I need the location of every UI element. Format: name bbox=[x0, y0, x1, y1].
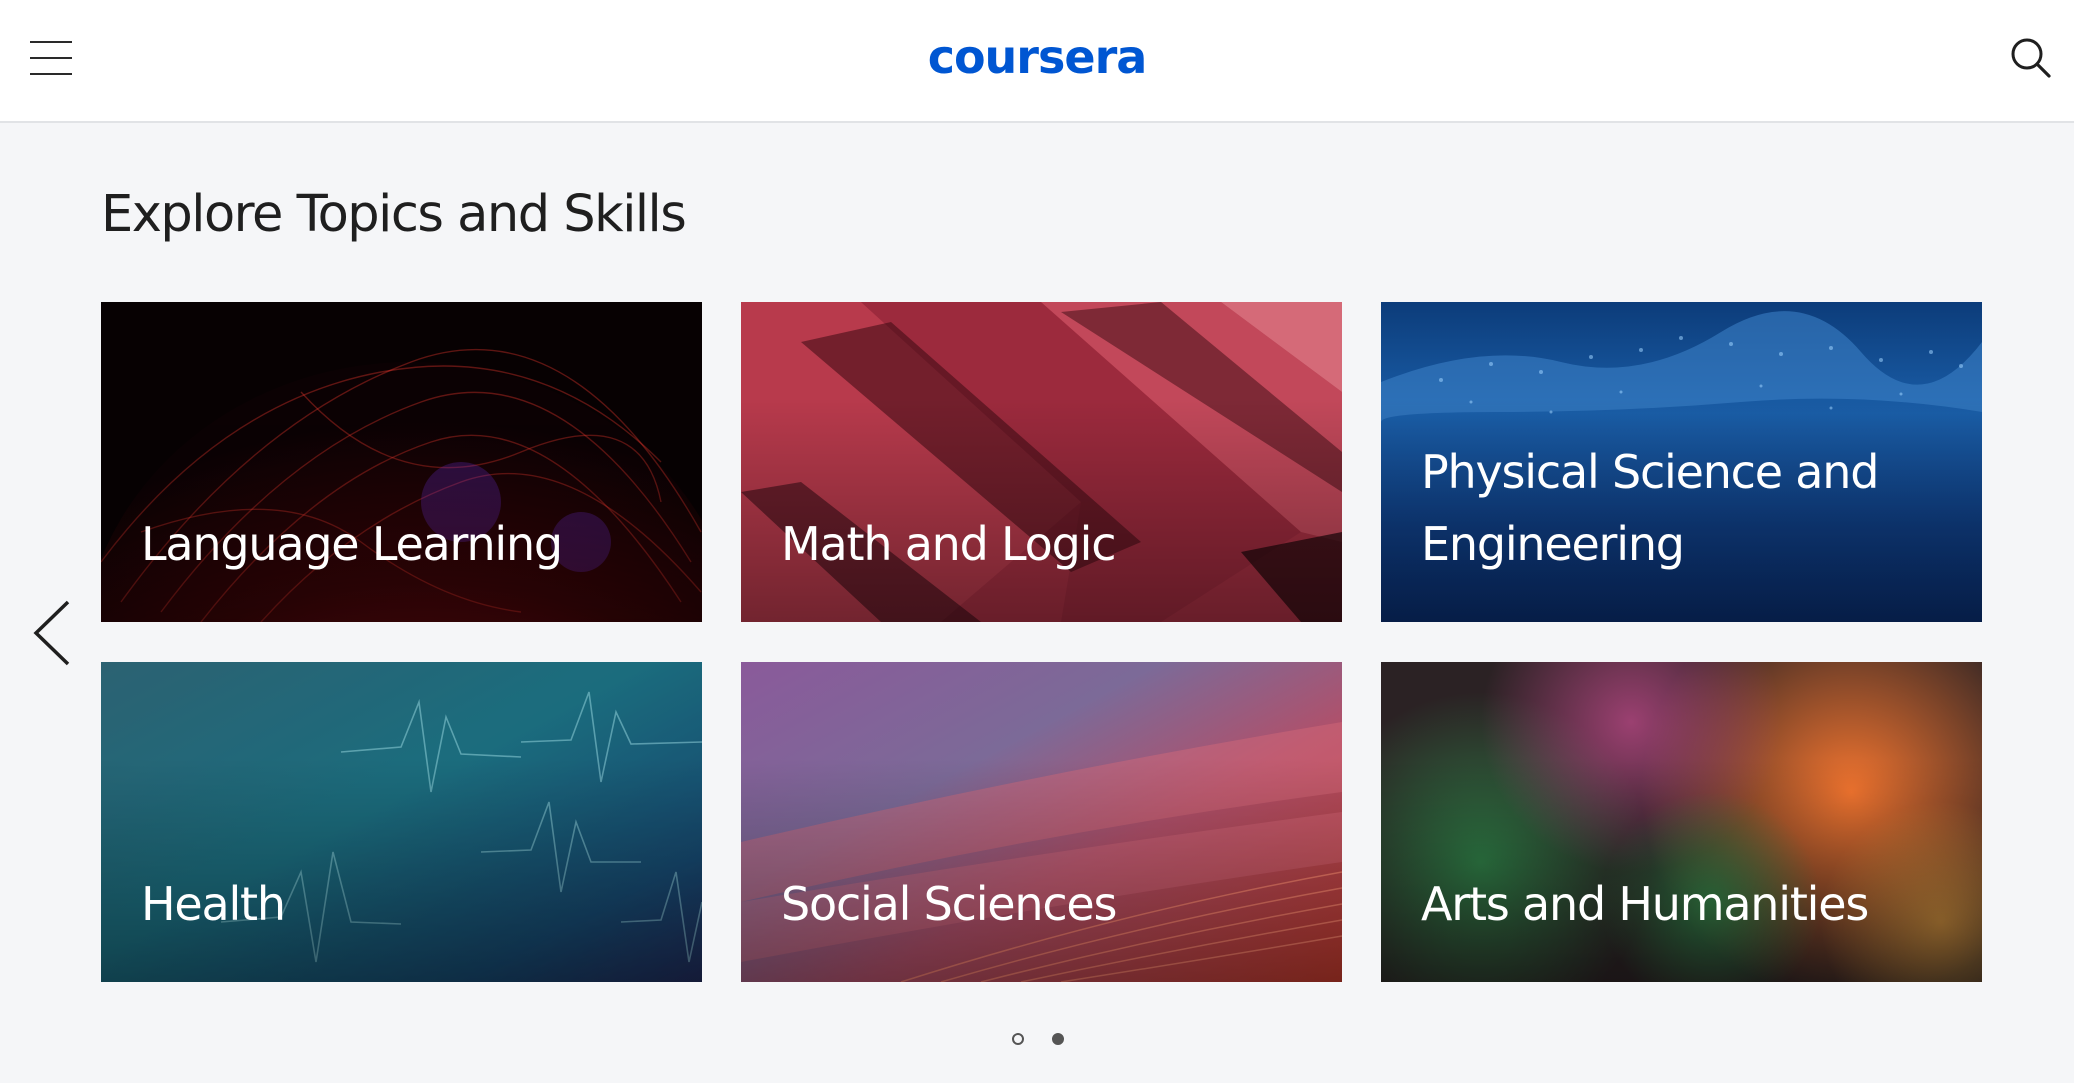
chevron-left-icon[interactable] bbox=[30, 596, 78, 670]
topic-card-label: Health bbox=[141, 877, 286, 931]
pagination-dot-1[interactable] bbox=[1012, 1033, 1024, 1045]
pagination-dot-2-active[interactable] bbox=[1052, 1033, 1064, 1045]
topic-card-label: Physical Science and Engineering bbox=[1421, 445, 1879, 571]
search-icon[interactable] bbox=[2003, 30, 2059, 86]
top-header: coursera bbox=[0, 0, 2074, 123]
topic-card-language-learning[interactable]: Language Learning bbox=[101, 302, 702, 622]
topic-card-arts-and-humanities[interactable]: Arts and Humanities bbox=[1381, 662, 1982, 982]
topic-card-math-and-logic[interactable]: Math and Logic bbox=[741, 302, 1342, 622]
topic-card-label: Math and Logic bbox=[781, 517, 1116, 571]
topic-card-health[interactable]: Health bbox=[101, 662, 702, 982]
hamburger-menu-icon[interactable] bbox=[20, 30, 82, 88]
logo-link[interactable]: coursera bbox=[928, 30, 1148, 84]
topic-card-social-sciences[interactable]: Social Sciences bbox=[741, 662, 1342, 982]
topic-card-label: Social Sciences bbox=[781, 877, 1117, 931]
coursera-logo: coursera bbox=[0, 20, 2074, 94]
carousel-pagination bbox=[1010, 1030, 1070, 1050]
topic-card-label: Language Learning bbox=[141, 517, 563, 571]
topic-card-physical-science-and-engineering[interactable]: Physical Science and Engineering bbox=[1381, 302, 1982, 622]
topic-card-label: Arts and Humanities bbox=[1421, 877, 1869, 931]
section-title: Explore Topics and Skills bbox=[101, 185, 687, 244]
